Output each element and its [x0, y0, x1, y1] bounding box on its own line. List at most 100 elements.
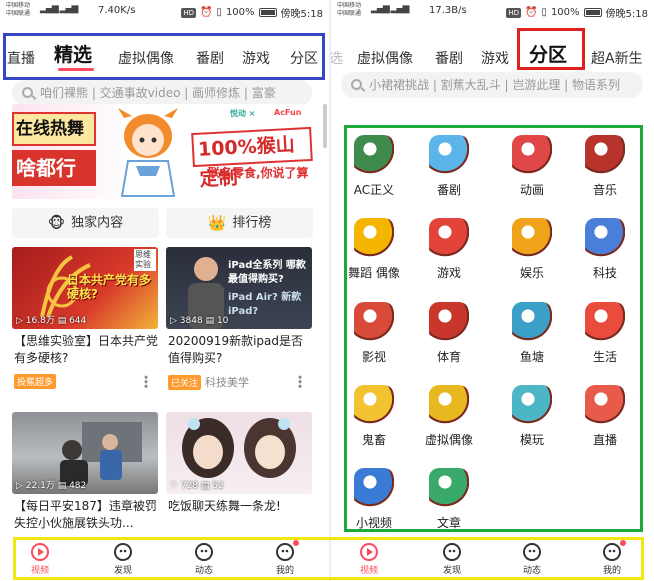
- video-card[interactable]: ▷ 22.1万 ▤ 482 【每日平安187】违章被罚失控小伙施展铁头功...: [12, 412, 158, 532]
- nav-label: 动态: [522, 566, 541, 576]
- category-item[interactable]: 虚拟偶像: [418, 385, 480, 448]
- video-card[interactable]: ♡ 728 ▤ 52 吃饭聊天练舞一条龙!: [166, 412, 312, 532]
- more-options-icon[interactable]: •••: [293, 374, 306, 387]
- mascot-character-icon: [118, 108, 178, 197]
- kichiku-icon: [354, 385, 394, 425]
- play-icon: [359, 542, 379, 562]
- article-icon: [429, 468, 469, 508]
- exclusive-content-button[interactable]: 🐵 独家内容: [12, 208, 159, 238]
- category-label: 音乐: [592, 183, 617, 197]
- tab-game[interactable]: 游戏: [481, 48, 509, 68]
- network-speed: 7.40K/s: [98, 5, 136, 16]
- view-count: 22.1万: [25, 481, 55, 491]
- category-item[interactable]: AC正义: [343, 135, 405, 198]
- video-stats: ▷ 3848 ▤ 10: [170, 316, 229, 326]
- category-item[interactable]: 鬼畜: [343, 385, 405, 448]
- star-icon: [522, 542, 542, 562]
- tab-featured[interactable]: 选: [331, 48, 343, 68]
- nav-label: 我的: [602, 566, 621, 576]
- video-meta: 已关注 科技美学: [168, 374, 249, 390]
- video-title[interactable]: 20200919新款ipad是否值得购买?: [168, 333, 312, 367]
- category-label: 模玩: [519, 433, 544, 447]
- carrier-1: 中国移动: [337, 2, 362, 9]
- music-icon: [585, 135, 625, 175]
- category-label: 生活: [592, 350, 617, 364]
- category-item[interactable]: 生活: [574, 302, 636, 365]
- nav-discover[interactable]: 发现: [429, 540, 475, 576]
- category-label: 番剧: [436, 183, 461, 197]
- category-item[interactable]: 小视频: [343, 468, 405, 531]
- planet-icon: [113, 542, 133, 562]
- dance-idol-icon: [354, 218, 394, 258]
- nav-me[interactable]: 我的: [262, 540, 308, 576]
- tab-super-a-newbie[interactable]: 超A新生: [591, 48, 643, 68]
- nav-feed[interactable]: 动态: [181, 540, 227, 576]
- nav-label: 发现: [113, 566, 132, 576]
- ranking-button[interactable]: 👑 排行榜: [166, 208, 313, 238]
- anime-icon: [429, 135, 469, 175]
- category-label: 小视频: [355, 516, 392, 530]
- video-card[interactable]: 日本共产党有多硬核? 思维实验 ▷ 16.8万 ▤ 644 【思维实验室】日本共…: [12, 247, 158, 393]
- category-item[interactable]: 番剧: [418, 135, 480, 198]
- more-options-icon[interactable]: •••: [139, 374, 152, 387]
- nav-me[interactable]: 我的: [589, 540, 635, 576]
- signal-icon: ▂▄▆ ▂▄▆: [371, 4, 409, 14]
- search-input[interactable]: 咱们裸熊 | 交通事故video | 画师修炼 | 富豪: [12, 80, 312, 106]
- tab-bangumi[interactable]: 番剧: [435, 48, 463, 68]
- category-item[interactable]: 直播: [574, 385, 636, 448]
- category-item[interactable]: 影视: [343, 302, 405, 365]
- search-input[interactable]: 小裙裙挑战 | 割蕉大乱斗 | 岂游此理 | 物语系列: [341, 72, 643, 98]
- status-right: HD ⏰ ▯ 100% 傍晚5:18: [181, 5, 323, 20]
- tab-virtual-idol[interactable]: 虚拟偶像: [357, 48, 413, 68]
- thumb-overlay-text: 日本共产党有多硬核?: [67, 273, 152, 301]
- category-item[interactable]: 动画: [501, 135, 563, 198]
- video-meta: 投蕉超多: [14, 374, 57, 389]
- video-thumbnail[interactable]: ♡ 728 ▤ 52: [166, 412, 312, 494]
- alarm-icon: ⏰: [524, 7, 538, 18]
- video-title[interactable]: 【思维实验室】日本共产党有多硬核?: [14, 333, 158, 367]
- scrollbar[interactable]: [323, 104, 327, 148]
- nav-discover[interactable]: 发现: [100, 540, 146, 576]
- video-stats: ▷ 22.1万 ▤ 482: [16, 481, 87, 491]
- vibrate-icon: ▯: [541, 7, 547, 18]
- nav-label: 发现: [442, 566, 461, 576]
- uploader-name[interactable]: 科技美学: [205, 376, 249, 389]
- video-title[interactable]: 【每日平安187】违章被罚失控小伙施展铁头功...: [14, 498, 158, 532]
- hd-icon: HD: [181, 7, 196, 18]
- promo-banner[interactable]: 在线热舞 啥都行 悦动 × AcFun 100%猴山定制 联名零食,你说了算: [12, 104, 313, 199]
- comment-count: 10: [216, 316, 229, 326]
- notification-dot: [293, 540, 299, 546]
- video-thumbnail[interactable]: ▷ 22.1万 ▤ 482: [12, 412, 158, 494]
- planet-icon: [442, 542, 462, 562]
- notification-dot: [620, 540, 626, 546]
- video-thumbnail[interactable]: 日本共产党有多硬核? 思维实验 ▷ 16.8万 ▤ 644: [12, 247, 158, 329]
- nav-label: 动态: [194, 566, 213, 576]
- category-label: 虚拟偶像: [424, 433, 473, 447]
- battery-percent: 100%: [225, 7, 255, 18]
- category-item[interactable]: 舞蹈 偶像: [343, 218, 405, 281]
- category-item[interactable]: 科技: [574, 218, 636, 281]
- video-title[interactable]: 吃饭聊天练舞一条龙!: [168, 498, 312, 515]
- alarm-icon: ⏰: [199, 7, 213, 18]
- category-item[interactable]: 游戏: [418, 218, 480, 281]
- nav-feed[interactable]: 动态: [509, 540, 555, 576]
- nav-video[interactable]: 视频: [346, 540, 392, 576]
- video-card[interactable]: iPad全系列 哪款最值得购买? iPad Air? 新款iPad? ▷ 384…: [166, 247, 312, 393]
- nav-video[interactable]: 视频: [17, 540, 63, 576]
- game-icon: [429, 218, 469, 258]
- left-screen: 中国移动 中国联通 ▂▄▆ ▂▄▆ 7.40K/s HD ⏰ ▯ 100% 傍晚…: [0, 0, 329, 581]
- category-item[interactable]: 鱼塘: [501, 302, 563, 365]
- view-count: 16.8万: [25, 316, 55, 326]
- video-thumbnail[interactable]: iPad全系列 哪款最值得购买? iPad Air? 新款iPad? ▷ 384…: [166, 247, 312, 329]
- vibrate-icon: ▯: [216, 7, 222, 18]
- category-label: AC正义: [353, 183, 395, 197]
- play-icon: [30, 542, 50, 562]
- category-item[interactable]: 文章: [418, 468, 480, 531]
- category-item[interactable]: 模玩: [501, 385, 563, 448]
- category-item[interactable]: 体育: [418, 302, 480, 365]
- animation-icon: [512, 135, 552, 175]
- category-label: 文章: [436, 516, 461, 530]
- category-item[interactable]: 娱乐: [501, 218, 563, 281]
- carrier-2: 中国联通: [337, 10, 362, 17]
- category-item[interactable]: 音乐: [574, 135, 636, 198]
